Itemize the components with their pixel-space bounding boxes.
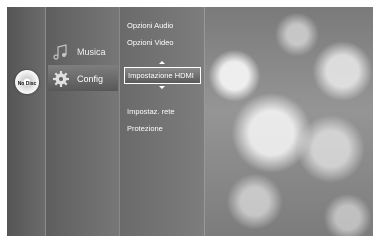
disc-status-label: No Disc <box>17 81 37 87</box>
submenu-item-opzioni-audio[interactable]: Opzioni Audio <box>127 21 173 30</box>
submenu-item-impostaz-rete[interactable]: Impostaz. rete <box>127 107 175 116</box>
scroll-down-icon <box>159 86 165 89</box>
menu-item-label: Config <box>77 74 104 84</box>
background-image <box>204 7 373 236</box>
submenu-item-impostazione-hdmi[interactable]: Impostazione HDMI <box>124 67 201 84</box>
gear-icon <box>51 69 71 89</box>
scroll-up-icon <box>159 61 165 64</box>
disc-column <box>7 7 46 236</box>
submenu-item-protezione[interactable]: Protezione <box>127 124 163 133</box>
submenu-item-opzioni-video[interactable]: Opzioni Video <box>127 38 174 47</box>
menu-item-label: Musica <box>77 47 106 57</box>
music-note-icon <box>51 42 71 62</box>
menu-item-config[interactable]: Config <box>51 69 103 89</box>
player-screen: No Disc Musica Config Opzioni Audio Opzi… <box>7 7 373 236</box>
menu-item-musica[interactable]: Musica <box>51 42 106 62</box>
